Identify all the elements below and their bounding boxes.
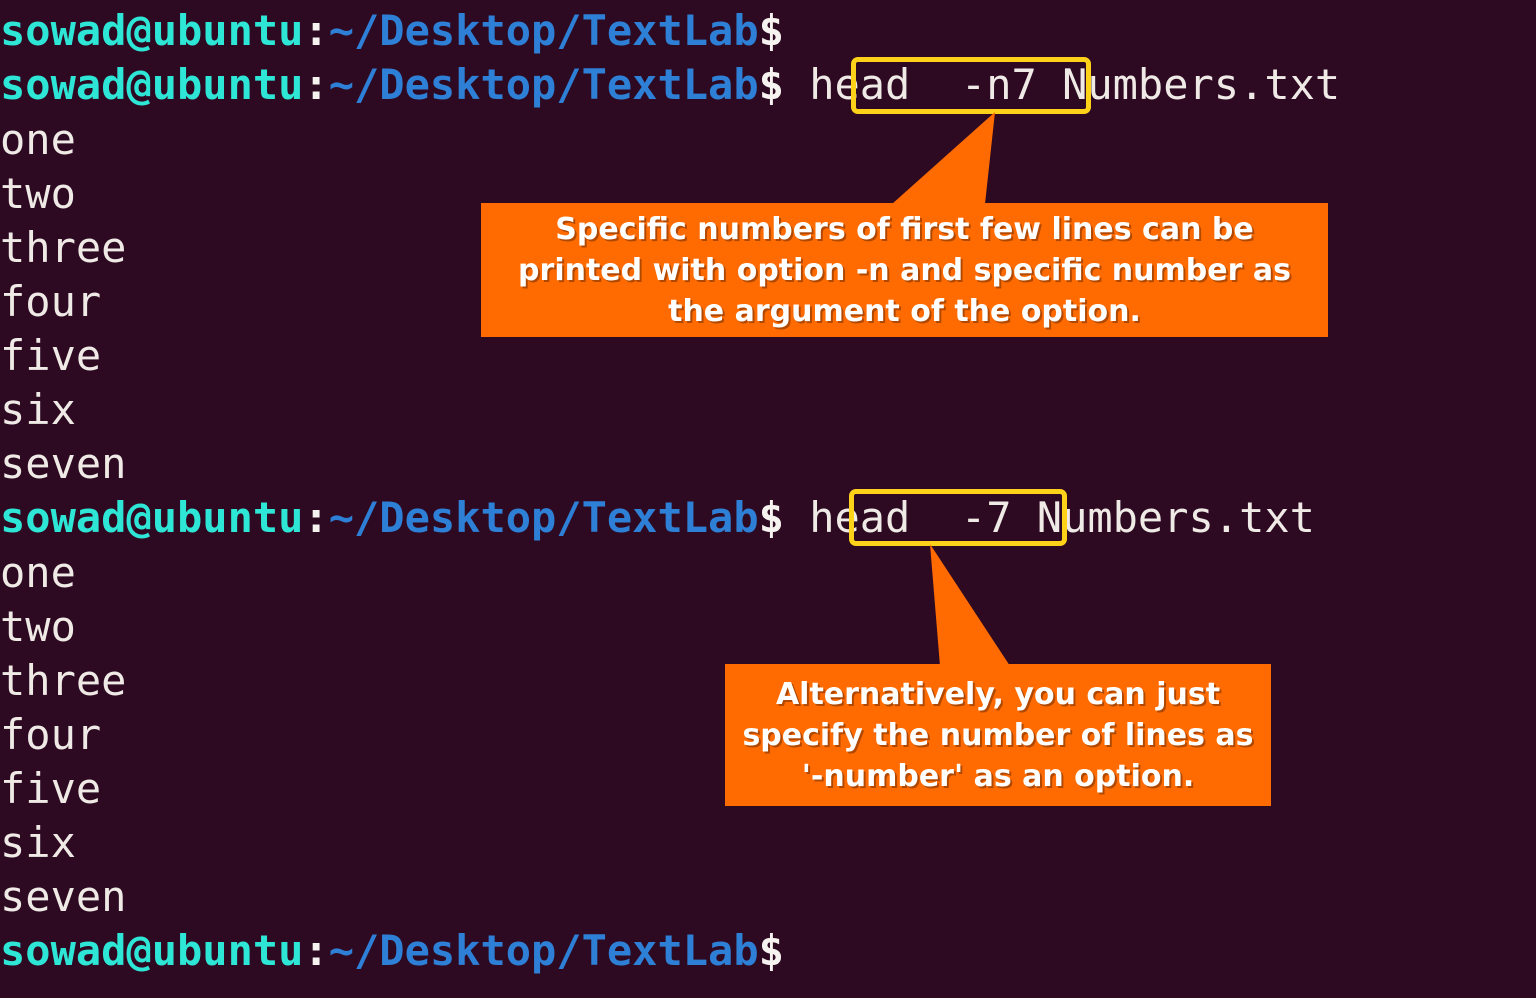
- prompt-line-1: sowad@ubuntu:~/Desktop/TextLab$: [0, 4, 784, 58]
- prompt-dollar: $: [758, 493, 784, 542]
- callout-1-line-3: the argument of the option.: [668, 293, 1141, 329]
- prompt-line-2: sowad@ubuntu:~/Desktop/TextLab$ head -n7…: [0, 58, 1340, 112]
- callout-2-line-1: Alternatively, you can just: [775, 676, 1221, 712]
- callout-pointer-1: [885, 110, 1005, 206]
- output-line: six: [0, 385, 76, 434]
- prompt-colon: :: [303, 926, 329, 975]
- callout-option-number: Alternatively, you can just specify the …: [725, 664, 1271, 806]
- output-line: two: [0, 169, 76, 218]
- command-head-7-option: head -7: [809, 493, 1012, 542]
- callout-pointer-2: [920, 542, 1020, 668]
- prompt-path: ~/Desktop/TextLab: [328, 60, 759, 109]
- prompt-path: ~/Desktop/TextLab: [328, 493, 759, 542]
- prompt-user-host: sowad@ubuntu: [0, 60, 304, 109]
- prompt-dollar: $: [758, 60, 784, 109]
- prompt-line-4: sowad@ubuntu:~/Desktop/TextLab$: [0, 924, 784, 978]
- output-line: four: [0, 710, 102, 759]
- prompt-user-host: sowad@ubuntu: [0, 493, 304, 542]
- output-line: three: [0, 656, 127, 705]
- command-head-7: head -7 Numbers.txt: [784, 493, 1315, 542]
- prompt-dollar: $: [758, 926, 784, 975]
- callout-1-line-1: Specific numbers of first few lines can …: [555, 211, 1254, 247]
- command-head-n7-file: Numbers.txt: [1036, 60, 1341, 109]
- command-head-n7: head -n7 Numbers.txt: [784, 60, 1340, 109]
- prompt-colon: :: [303, 493, 329, 542]
- prompt-path: ~/Desktop/TextLab: [328, 926, 759, 975]
- output-line: five: [0, 764, 102, 813]
- command-head-7-file: Numbers.txt: [1011, 493, 1315, 542]
- callout-option-n: Specific numbers of first few lines can …: [481, 203, 1328, 337]
- callout-2-line-3: '-number' as an option.: [801, 758, 1195, 794]
- prompt-colon: :: [303, 60, 329, 109]
- output-line: two: [0, 602, 76, 651]
- output-line: four: [0, 277, 102, 326]
- output-line: seven: [0, 872, 127, 921]
- output-line: five: [0, 331, 102, 380]
- callout-2-line-2: specify the number of lines as: [742, 717, 1254, 753]
- prompt-colon: :: [303, 6, 329, 55]
- callout-1-line-2: printed with option -n and specific numb…: [518, 252, 1291, 288]
- output-line: one: [0, 115, 76, 164]
- prompt-user-host: sowad@ubuntu: [0, 6, 304, 55]
- command-head-n7-option: head -n7: [809, 60, 1037, 109]
- output-line: seven: [0, 439, 127, 488]
- output-line: six: [0, 818, 76, 867]
- prompt-path: ~/Desktop/TextLab: [328, 6, 759, 55]
- prompt-dollar: $: [758, 6, 784, 55]
- output-line: one: [0, 548, 76, 597]
- prompt-line-3: sowad@ubuntu:~/Desktop/TextLab$ head -7 …: [0, 491, 1315, 545]
- output-line: three: [0, 223, 127, 272]
- terminal-window: sowad@ubuntu:~/Desktop/TextLab$ sowad@ub…: [0, 0, 1536, 998]
- prompt-user-host: sowad@ubuntu: [0, 926, 304, 975]
